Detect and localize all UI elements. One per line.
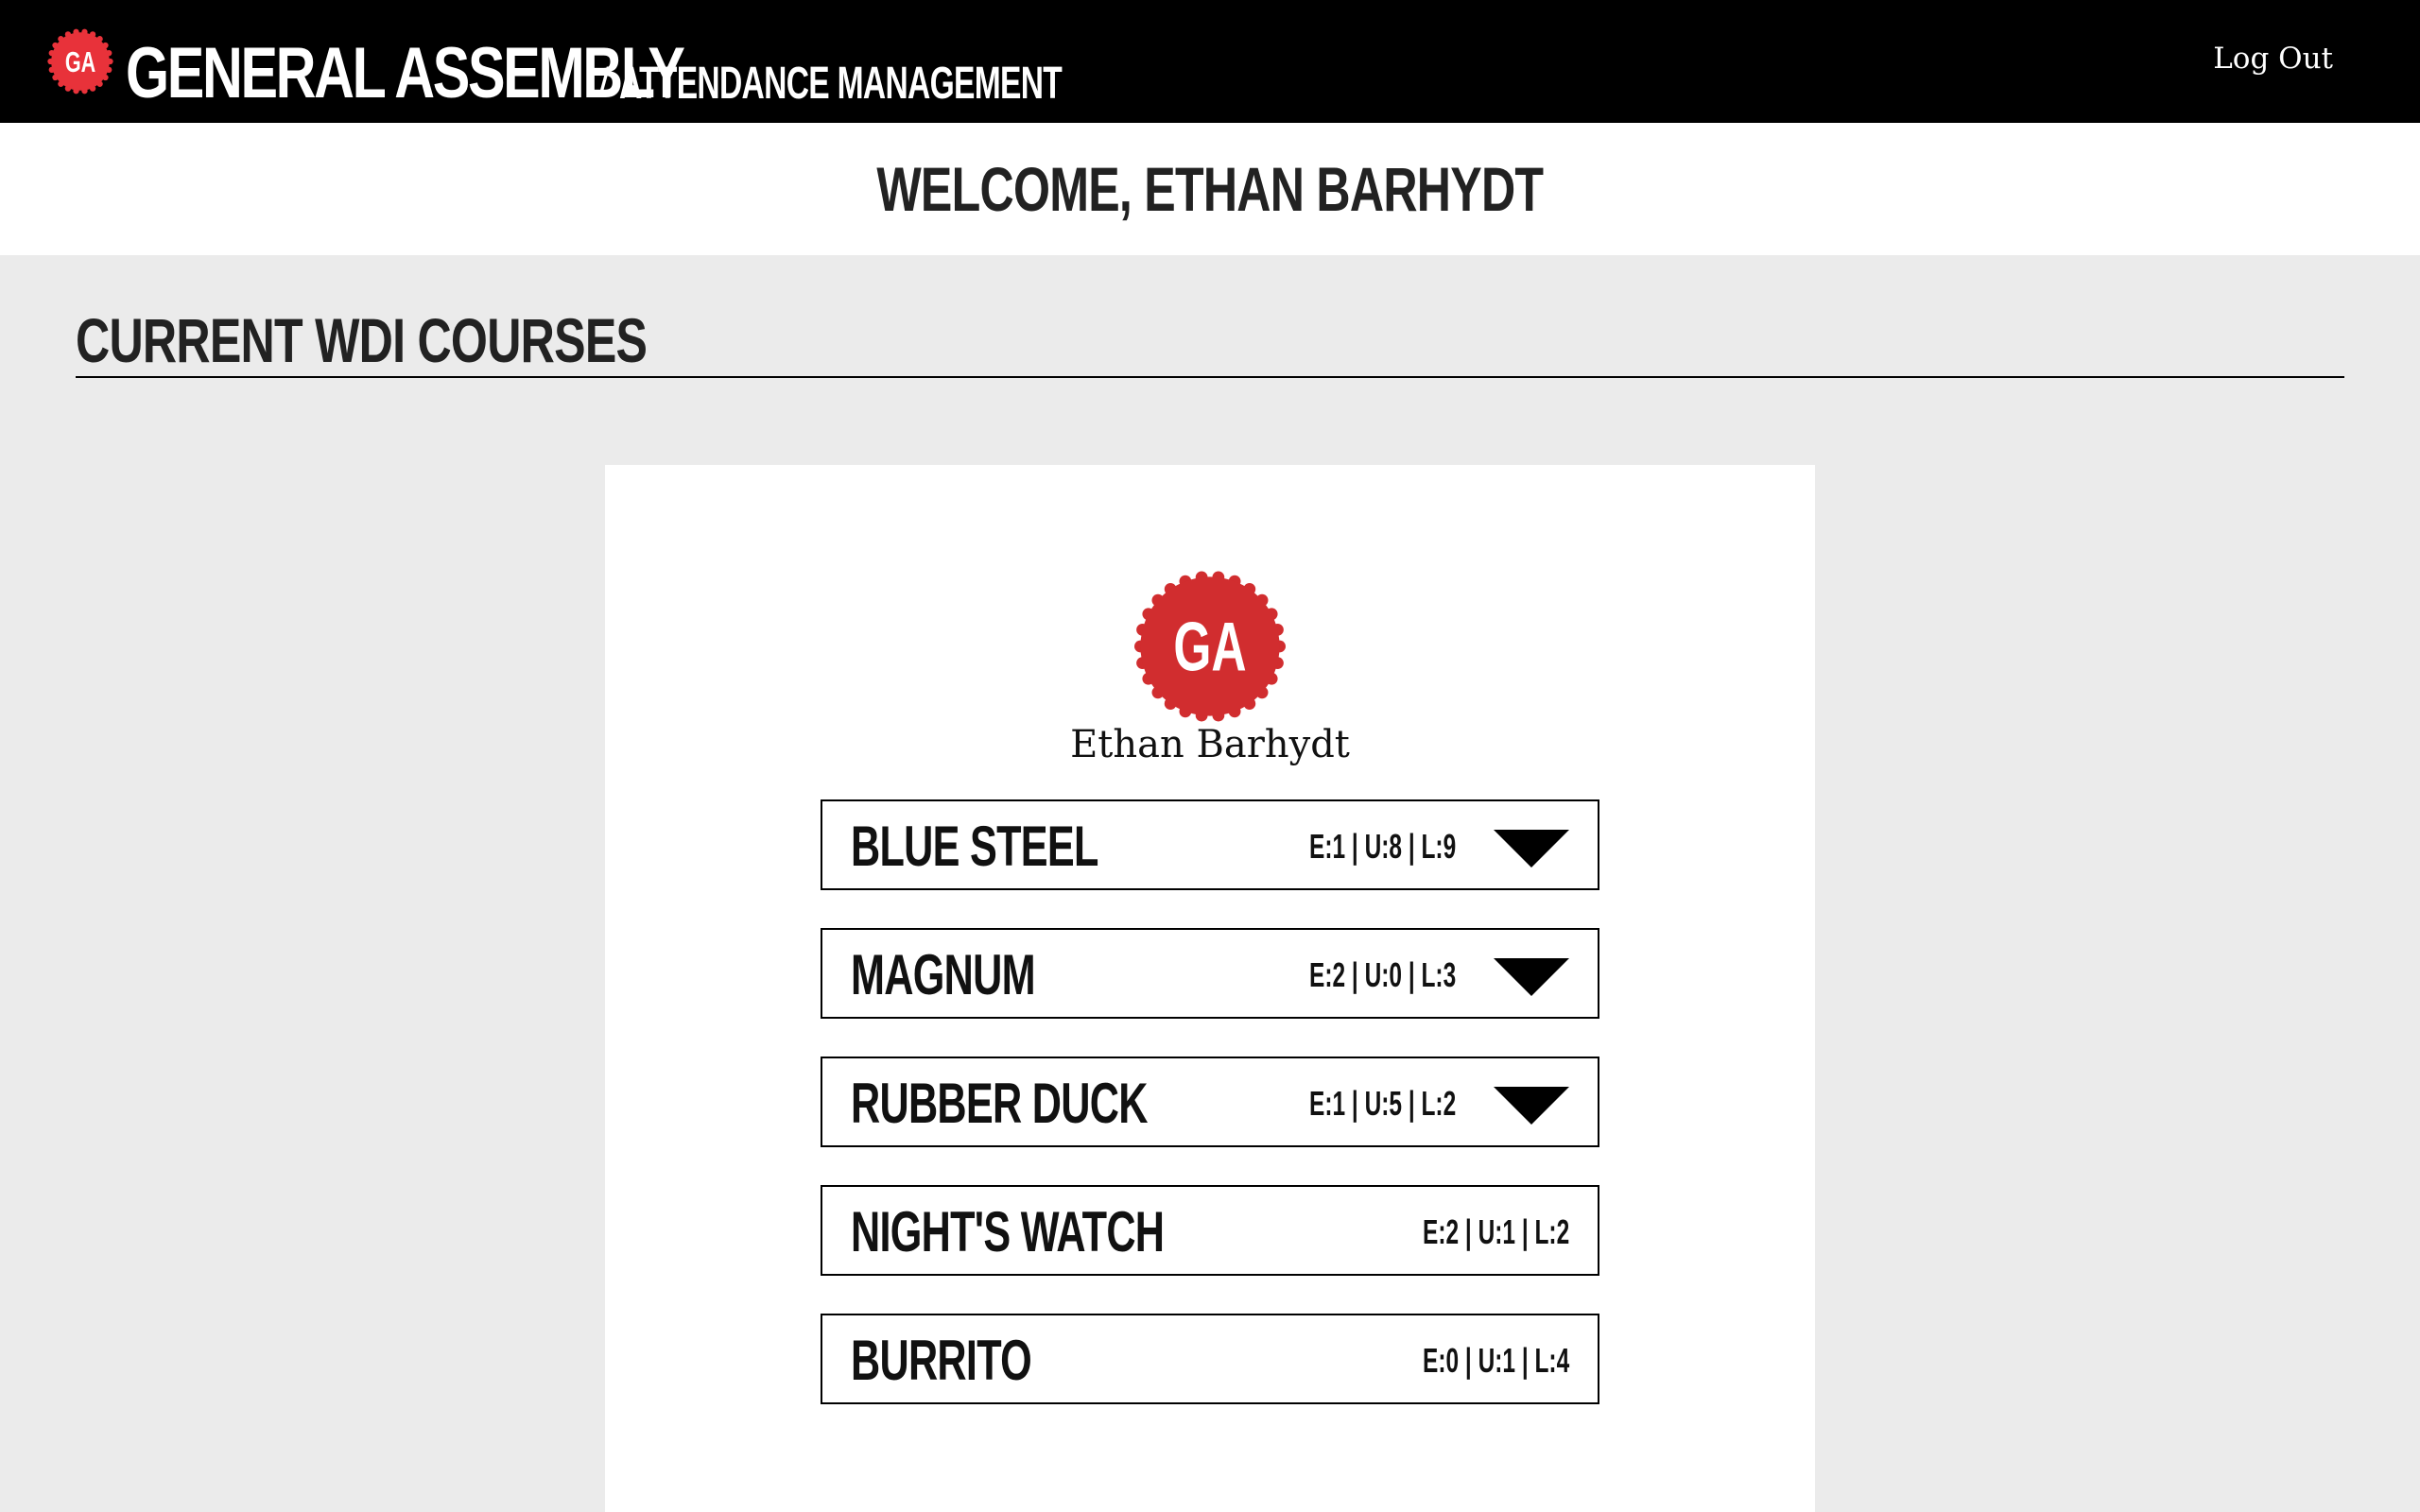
course-name: RUBBER DUCK	[851, 1072, 1148, 1135]
course-name: BURRITO	[851, 1329, 1032, 1392]
course-name: MAGNUM	[851, 943, 1036, 1006]
course-item-rubber-duck[interactable]: RUBBER DUCK E:1 | U:5 | L:2	[821, 1057, 1599, 1147]
app-name: ATTENDANCE MANAGEMENT	[619, 59, 1063, 109]
course-list: BLUE STEEL E:1 | U:8 | L:9 MAGNUM E:2 | …	[821, 799, 1599, 1442]
course-item-nights-watch[interactable]: NIGHT'S WATCH E:2 | U:1 | L:2	[821, 1185, 1599, 1276]
course-item-magnum[interactable]: MAGNUM E:2 | U:0 | L:3	[821, 928, 1599, 1019]
svg-text:GA: GA	[65, 45, 95, 78]
triangle-down-icon[interactable]	[1494, 958, 1569, 996]
course-stats: E:2 | U:1 | L:2	[1422, 1212, 1569, 1251]
brand-name[interactable]: GENERAL ASSEMBLY	[126, 38, 685, 110]
ga-logo-icon[interactable]: GA	[47, 28, 113, 94]
course-stats: E:1 | U:5 | L:2	[1308, 1084, 1456, 1123]
course-stats: E:0 | U:1 | L:4	[1422, 1341, 1569, 1380]
section-title: CURRENT WDI COURSES	[76, 305, 648, 375]
course-name: BLUE STEEL	[851, 815, 1098, 878]
welcome-banner: WELCOME, ETHAN BARHYDT	[0, 123, 2420, 255]
course-item-blue-steel[interactable]: BLUE STEEL E:1 | U:8 | L:9	[821, 799, 1599, 890]
section-divider	[76, 376, 2344, 378]
triangle-down-icon[interactable]	[1494, 830, 1569, 868]
instructor-card: GA Ethan Barhydt BLUE STEEL E:1 | U:8 | …	[605, 465, 1815, 1512]
brand: GENERAL ASSEMBLY / ATTENDANCE MANAGEMENT	[126, 15, 1252, 110]
course-item-burrito[interactable]: BURRITO E:0 | U:1 | L:4	[821, 1314, 1599, 1404]
svg-text:GA: GA	[1173, 609, 1246, 686]
avatar: GA	[1134, 571, 1286, 722]
logout-link[interactable]: Log Out	[2213, 42, 2333, 76]
welcome-heading: WELCOME, ETHAN BARHYDT	[876, 154, 1545, 224]
top-navigation-bar: GA GENERAL ASSEMBLY / ATTENDANCE MANAGEM…	[0, 0, 2420, 123]
course-name: NIGHT'S WATCH	[851, 1200, 1165, 1263]
triangle-down-icon[interactable]	[1494, 1087, 1569, 1125]
course-stats: E:1 | U:8 | L:9	[1308, 827, 1456, 866]
course-stats: E:2 | U:0 | L:3	[1308, 955, 1456, 994]
user-name: Ethan Barhydt	[1070, 723, 1350, 766]
